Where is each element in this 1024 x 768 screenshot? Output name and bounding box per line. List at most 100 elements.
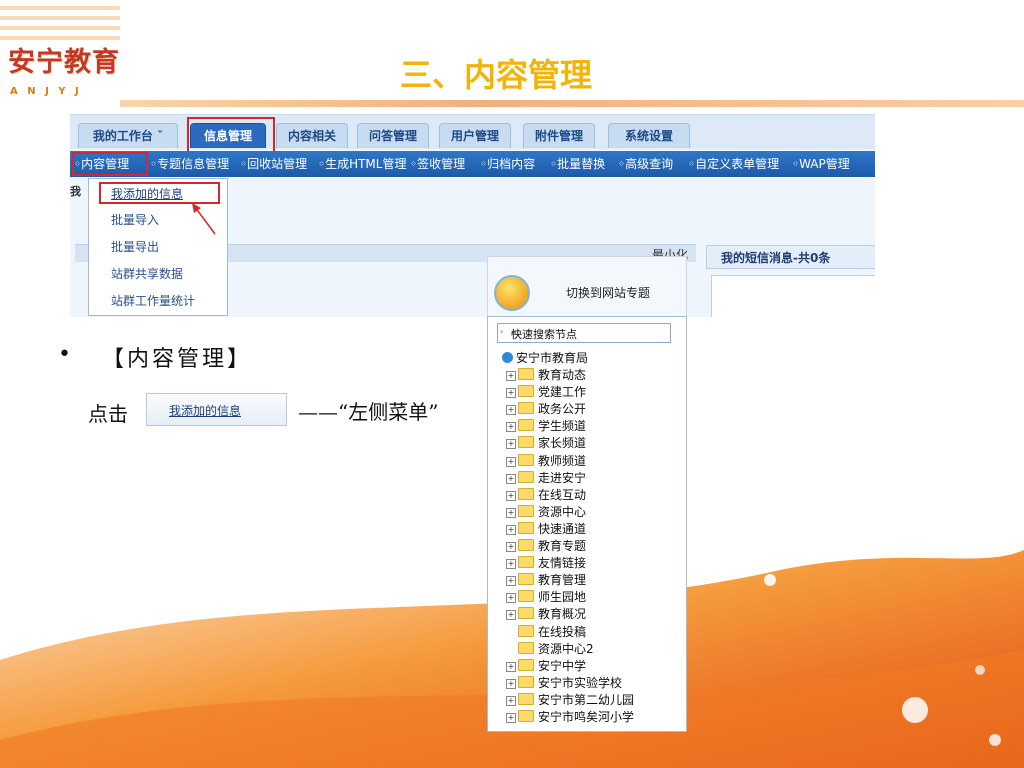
- node-tree: › 快速搜索节点 ⌕ 安宁市教育局 + 教育动态 + 党建工作 + 政务公开 + 学生频道 + 家…: [487, 316, 687, 732]
- expand-icon[interactable]: +: [506, 542, 516, 552]
- folder-icon: [518, 675, 534, 688]
- tree-node-label: 安宁市实验学校: [538, 675, 623, 690]
- menu-item-shared-data[interactable]: 站群共享数据: [111, 265, 183, 282]
- tree-node[interactable]: 资源中心2: [506, 640, 594, 657]
- tree-node[interactable]: + 家长频道: [506, 434, 586, 451]
- tree-node[interactable]: + 安宁中学: [506, 657, 586, 674]
- tab-qa-management[interactable]: 问答管理: [357, 123, 429, 148]
- sms-panel-body: [711, 275, 875, 317]
- subnav-batch-replace[interactable]: ◦批量替换: [550, 155, 605, 172]
- expand-icon[interactable]: +: [506, 371, 516, 381]
- folder-icon: [518, 710, 534, 722]
- folder-icon: [518, 624, 534, 637]
- expand-icon[interactable]: +: [506, 507, 516, 518]
- tree-node[interactable]: + 友情链接: [506, 554, 586, 571]
- subnav-topic-info[interactable]: ◦专题信息管理: [150, 155, 229, 172]
- tab-attachment-management[interactable]: 附件管理: [523, 123, 595, 148]
- quick-search-input[interactable]: › 快速搜索节点 ⌕: [497, 323, 671, 343]
- expand-icon[interactable]: +: [506, 524, 516, 535]
- subnav-generate-html[interactable]: ◦生成HTML管理: [318, 155, 406, 172]
- tree-node[interactable]: + 在线互动: [506, 486, 586, 503]
- subnav-sign-off[interactable]: ◦签收管理: [410, 155, 465, 172]
- folder-icon: [518, 402, 534, 415]
- tab-workbench[interactable]: 我的工作台 ˇ: [78, 123, 178, 148]
- switch-to-topic-link[interactable]: 切换到网站专题: [566, 284, 650, 301]
- expand-icon[interactable]: +: [506, 490, 516, 501]
- tree-node[interactable]: + 安宁市鸣矣河小学: [506, 708, 634, 725]
- expand-icon[interactable]: +: [506, 695, 516, 706]
- logo-subtitle: A N J Y J: [10, 86, 82, 97]
- menu-item-batch-import[interactable]: 批量导入: [111, 211, 159, 228]
- expand-icon[interactable]: +: [506, 559, 516, 570]
- tree-node-label: 资源中心: [538, 504, 587, 519]
- tree-node[interactable]: + 学生频道: [506, 417, 586, 434]
- tree-node[interactable]: + 教师频道: [506, 452, 586, 469]
- tree-node-label: 学生频道: [538, 419, 587, 434]
- tree-node[interactable]: + 政务公开: [506, 400, 586, 417]
- expand-icon[interactable]: +: [506, 576, 516, 587]
- tree-node-label: 安宁市鸣矣河小学: [538, 710, 635, 724]
- menu-item-batch-export[interactable]: 批量导出: [111, 238, 159, 255]
- tree-node[interactable]: + 走进安宁: [506, 469, 586, 486]
- tree-node[interactable]: + 党建工作: [506, 383, 586, 400]
- tree-node-label: 教育动态: [538, 368, 587, 382]
- expand-icon[interactable]: +: [506, 456, 516, 467]
- tree-node[interactable]: + 快速通道: [506, 520, 586, 537]
- cube-icon: [494, 275, 530, 311]
- subnav-archive[interactable]: ◦归档内容: [480, 155, 535, 172]
- expand-icon[interactable]: +: [506, 593, 516, 604]
- tree-node-label: 安宁市第二幼儿园: [538, 692, 635, 707]
- subnav-recycle-bin[interactable]: ◦回收站管理: [240, 155, 307, 172]
- expand-icon[interactable]: +: [506, 661, 516, 672]
- tree-node[interactable]: + 师生园地: [506, 588, 586, 605]
- expand-icon[interactable]: +: [506, 388, 516, 399]
- folder-icon: [518, 556, 534, 569]
- subnav-advanced-query[interactable]: ◦高级查询: [618, 155, 673, 172]
- folder-icon: [518, 641, 534, 654]
- expand-icon[interactable]: +: [506, 713, 516, 723]
- folder-icon: [518, 692, 534, 705]
- expand-icon[interactable]: +: [506, 473, 516, 484]
- tree-node[interactable]: + 教育管理: [506, 571, 586, 588]
- tree-node[interactable]: + 教育动态: [506, 366, 586, 383]
- tree-node[interactable]: + 教育专题: [506, 537, 586, 554]
- expand-icon[interactable]: +: [506, 678, 516, 689]
- tree-node-label: 政务公开: [538, 402, 587, 417]
- tab-content-related[interactable]: 内容相关: [276, 123, 348, 148]
- tree-node[interactable]: + 资源中心: [506, 503, 586, 520]
- tree-node[interactable]: 在线投稿: [506, 623, 586, 640]
- click-instruction: 点击: [88, 402, 128, 426]
- expand-icon[interactable]: +: [506, 610, 516, 621]
- red-arrow-icon: [192, 203, 216, 235]
- folder-icon: [518, 385, 534, 398]
- folder-icon: [518, 470, 534, 483]
- tree-root[interactable]: 安宁市教育局: [502, 349, 588, 366]
- menu-item-my-added-info[interactable]: 我添加的信息: [99, 182, 220, 204]
- subnav-wap[interactable]: ◦WAP管理: [792, 155, 850, 172]
- title-divider: [120, 100, 1024, 107]
- tree-node[interactable]: + 安宁市第二幼儿园: [506, 691, 634, 708]
- subnav-custom-form[interactable]: ◦自定义表单管理: [688, 155, 779, 172]
- tab-system-settings[interactable]: 系统设置: [608, 123, 690, 148]
- tab-user-management[interactable]: 用户管理: [439, 123, 511, 148]
- tree-node-label: 党建工作: [538, 385, 587, 400]
- tree-node-label: 在线互动: [538, 487, 587, 502]
- tree-node-label: 教育概况: [538, 607, 587, 622]
- logo-text: 安宁教育: [8, 47, 120, 78]
- expand-icon[interactable]: +: [506, 439, 516, 450]
- tree-root-label: 安宁市教育局: [516, 351, 589, 365]
- expand-icon[interactable]: +: [506, 422, 516, 433]
- folder-icon: [518, 658, 534, 671]
- search-icon[interactable]: ⌕: [511, 326, 664, 340]
- tree-node[interactable]: + 安宁市实验学校: [506, 674, 622, 691]
- tree-node-label: 友情链接: [538, 556, 587, 571]
- expand-icon[interactable]: +: [506, 405, 516, 416]
- menu-item-workload-stats[interactable]: 站群工作量统计: [111, 292, 195, 309]
- content-dropdown-menu: 我添加的信息 批量导入 批量导出 站群共享数据 站群工作量统计: [88, 178, 228, 316]
- tree-node-label: 教育管理: [538, 573, 587, 588]
- tree-node-label: 资源中心2: [538, 641, 594, 656]
- tree-node[interactable]: + 教育概况: [506, 605, 586, 622]
- sms-panel-header: 我的短信消息-共0条: [706, 245, 875, 269]
- tree-node-label: 走进安宁: [538, 470, 587, 485]
